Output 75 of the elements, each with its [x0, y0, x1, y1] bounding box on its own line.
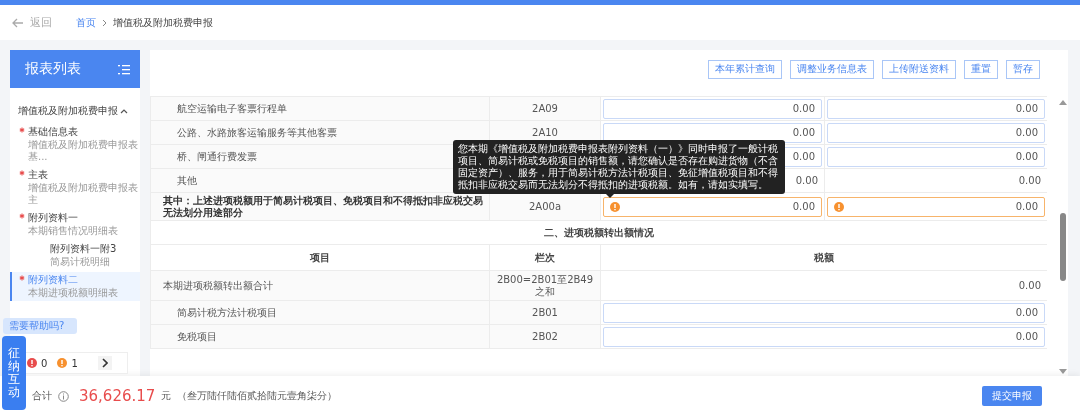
- scroll-up-icon[interactable]: [1058, 100, 1067, 105]
- toolbar-button[interactable]: 本年累计查询: [708, 59, 782, 79]
- next-button[interactable]: [97, 356, 112, 370]
- row-code: 2B02: [532, 330, 558, 342]
- item-title: 基础信息表: [28, 126, 78, 138]
- item-title: 附列资料一附3: [50, 243, 117, 255]
- item-title: 主表: [28, 169, 48, 181]
- sidebar-item[interactable]: 附列资料一附3 简易计税明细: [10, 241, 140, 270]
- amount-value: 0.00: [1018, 175, 1041, 186]
- collapse-icon: [120, 107, 128, 115]
- row-label: 本期进项税额转出额合计: [163, 279, 273, 292]
- sidebar-title: 报表列表: [25, 60, 81, 78]
- breadcrumb-link[interactable]: 首页: [76, 15, 96, 30]
- interaction-tab[interactable]: 征纳互动: [2, 336, 26, 410]
- sidebar-item[interactable]: 基础信息表 增值税及附加税费申报表基...: [10, 124, 140, 165]
- menu-icon: [118, 63, 130, 75]
- row-code: 2A00a: [528, 200, 562, 212]
- row-label: 免税项目: [176, 330, 217, 343]
- row-code: 2A10: [532, 126, 558, 138]
- item-subtitle: 增值税及附加税费申报表基...: [28, 139, 138, 163]
- amount-value: 0.00: [1018, 280, 1041, 291]
- item-subtitle: 增值税及附加税费申报表主: [28, 182, 138, 206]
- amount-in-words: （叁万陆仟陆佰贰拾陆元壹角柒分）: [177, 389, 338, 403]
- item-subtitle: 本期销售情况明细表: [28, 225, 119, 237]
- column-header: 项目: [310, 251, 330, 263]
- total-amount: 36,626.17: [79, 387, 156, 405]
- breadcrumb-current: 增值税及附加税费申报: [113, 15, 213, 30]
- scrollbar-thumb[interactable]: [1059, 213, 1066, 281]
- toolbar-button[interactable]: 调整业务信息表: [790, 59, 874, 79]
- item-subtitle: 简易计税明细: [50, 256, 111, 268]
- row-label: 桥、闸通行费发票: [176, 150, 257, 163]
- issue-count[interactable]: 0: [27, 357, 48, 369]
- amount-field[interactable]: 0.00: [827, 196, 1045, 217]
- toolbar-button[interactable]: 重置: [964, 59, 998, 79]
- amount-field[interactable]: 0.00: [603, 326, 1045, 347]
- back-arrow-icon: [12, 17, 24, 28]
- amount-field[interactable]: 0.00: [603, 98, 822, 119]
- sidebar-group[interactable]: 增值税及附加税费申报: [10, 102, 140, 120]
- column-header: 税额: [814, 251, 834, 263]
- row-code: 2B01: [532, 306, 558, 318]
- sidebar-item[interactable]: 主表 增值税及附加税费申报表主: [10, 167, 140, 208]
- row-label: 其他: [176, 174, 197, 187]
- column-header: 栏次: [535, 251, 555, 263]
- row-label: 简易计税方法计税项目: [176, 306, 277, 319]
- amount-value: 0.00: [795, 175, 818, 186]
- item-title: 附列资料二: [28, 274, 78, 286]
- info-icon: [58, 390, 69, 402]
- amount-field[interactable]: 0.00: [827, 122, 1045, 143]
- chevron-right-icon: [102, 18, 107, 27]
- amount-field[interactable]: 0.00: [827, 146, 1045, 167]
- amount-field[interactable]: 0.00: [827, 98, 1045, 119]
- row-label: 航空运输电子客票行程单: [176, 102, 287, 115]
- amount-field[interactable]: 0.00: [603, 196, 822, 217]
- warning-icon: [610, 201, 620, 212]
- chevron-right-icon: [101, 358, 108, 368]
- currency-unit: 元: [161, 389, 172, 403]
- scroll-down-icon[interactable]: [1058, 369, 1067, 374]
- item-subtitle: 本期进项税额明细表: [28, 287, 119, 299]
- toolbar-button[interactable]: 暂存: [1006, 59, 1040, 79]
- row-label: 公路、水路旅客运输服务等其他客票: [176, 126, 337, 139]
- warning-icon: [57, 358, 68, 368]
- amount-field[interactable]: 0.00: [603, 302, 1045, 323]
- error-icon: [27, 358, 37, 368]
- row-label: 其中：上述进项税额用于简易计税项目、免税项目和不得抵扣非应税交易无法划分用途部分: [163, 194, 483, 219]
- row-code: 2A09: [532, 102, 558, 114]
- amount-field[interactable]: 0.00: [603, 122, 822, 143]
- issue-count[interactable]: 1: [57, 357, 78, 369]
- row-code: 2B00=2B01至2B49之和: [496, 273, 594, 297]
- sidebar-item[interactable]: 附列资料一 本期销售情况明细表: [10, 210, 140, 239]
- section-title: 二、进项税额转出额情况: [544, 226, 654, 238]
- item-title: 附列资料一: [28, 212, 78, 224]
- total-label: 合计: [32, 389, 52, 403]
- submit-button[interactable]: 提交申报: [982, 386, 1042, 406]
- warning-icon: [834, 201, 844, 212]
- toolbar-button[interactable]: 上传附送资料: [882, 59, 956, 79]
